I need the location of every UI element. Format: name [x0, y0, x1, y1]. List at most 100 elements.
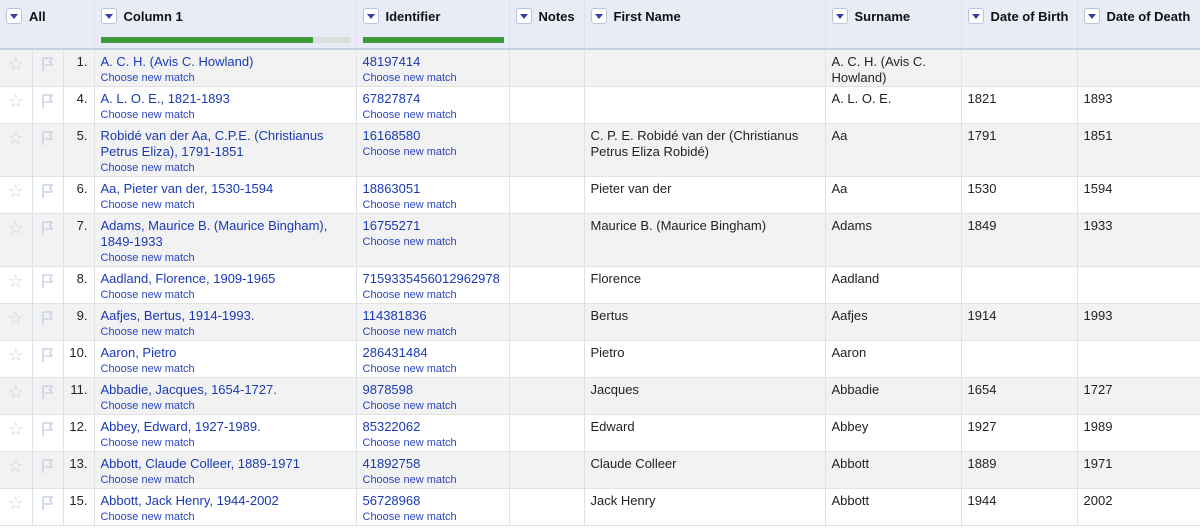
cell-surname[interactable]: Aaron: [825, 340, 962, 378]
cell-notes[interactable]: [509, 213, 585, 267]
star-icon[interactable]: ☆: [8, 308, 24, 328]
cell-surname[interactable]: Abbott: [825, 451, 962, 489]
header-date-of-death[interactable]: Date of Death: [1077, 0, 1200, 50]
flag-icon[interactable]: [39, 422, 57, 441]
cell-column1[interactable]: Abbey, Edward, 1927-1989. Choose new matc…: [94, 414, 357, 452]
cell-date-of-birth[interactable]: 1944: [961, 488, 1078, 526]
cell-notes[interactable]: [509, 49, 585, 87]
match-link[interactable]: Abbadie, Jacques, 1654-1727.: [101, 382, 350, 398]
star-icon[interactable]: ☆: [8, 382, 24, 402]
star-cell[interactable]: ☆: [0, 377, 33, 415]
star-icon[interactable]: ☆: [8, 181, 24, 201]
cell-date-of-death[interactable]: 1993: [1077, 303, 1200, 341]
flag-cell[interactable]: [32, 377, 64, 415]
cell-date-of-death[interactable]: 1594: [1077, 176, 1200, 214]
star-icon[interactable]: ☆: [8, 54, 24, 74]
cell-surname[interactable]: Aafjes: [825, 303, 962, 341]
cell-date-of-birth[interactable]: 1821: [961, 86, 1078, 124]
match-link[interactable]: Robidé van der Aa, C.P.E. (Christianus P…: [101, 128, 350, 160]
cell-first-name[interactable]: Pietro: [584, 340, 826, 378]
cell-surname[interactable]: Abbey: [825, 414, 962, 452]
identifier-link[interactable]: 715933545601296​2978: [363, 271, 503, 287]
flag-cell[interactable]: [32, 86, 64, 124]
flag-icon[interactable]: [39, 94, 57, 113]
identifier-link[interactable]: 41892758: [363, 456, 503, 472]
match-link[interactable]: Aa, Pieter van der, 1530-1594: [101, 181, 350, 197]
cell-date-of-death[interactable]: 1851: [1077, 123, 1200, 177]
cell-identifier[interactable]: 48197414 Choose new match: [356, 49, 510, 87]
identifier-link[interactable]: 56728968: [363, 493, 503, 509]
choose-new-match-link[interactable]: Choose new match: [363, 288, 503, 303]
identifier-link[interactable]: 16168580: [363, 128, 503, 144]
cell-notes[interactable]: [509, 123, 585, 177]
flag-icon[interactable]: [39, 274, 57, 293]
flag-icon[interactable]: [39, 385, 57, 404]
flag-icon[interactable]: [39, 496, 57, 515]
star-cell[interactable]: ☆: [0, 414, 33, 452]
match-link[interactable]: Abbott, Jack Henry, 1944-2002: [101, 493, 350, 509]
cell-identifier[interactable]: 85322062 Choose new match: [356, 414, 510, 452]
flag-cell[interactable]: [32, 303, 64, 341]
choose-new-match-link[interactable]: Choose new match: [363, 362, 503, 377]
cell-date-of-death[interactable]: [1077, 266, 1200, 304]
flag-cell[interactable]: [32, 123, 64, 177]
identifier-link[interactable]: 48197414: [363, 54, 503, 70]
choose-new-match-link[interactable]: Choose new match: [101, 288, 350, 303]
choose-new-match-link[interactable]: Choose new match: [101, 399, 350, 414]
choose-new-match-link[interactable]: Choose new match: [363, 71, 503, 86]
cell-column1[interactable]: Abbott, Jack Henry, 1944-2002 Choose new …: [94, 488, 357, 526]
choose-new-match-link[interactable]: Choose new match: [101, 510, 350, 525]
cell-column1[interactable]: Aafjes, Bertus, 1914-1993. Choose new mat…: [94, 303, 357, 341]
cell-surname[interactable]: Aa: [825, 176, 962, 214]
cell-surname[interactable]: Aadland: [825, 266, 962, 304]
star-icon[interactable]: ☆: [8, 271, 24, 291]
header-all[interactable]: All: [0, 0, 95, 50]
cell-notes[interactable]: [509, 451, 585, 489]
cell-date-of-birth[interactable]: [961, 49, 1078, 87]
dropdown-arrow-icon[interactable]: [590, 8, 607, 24]
cell-first-name[interactable]: Jack Henry: [584, 488, 826, 526]
star-icon[interactable]: ☆: [8, 456, 24, 476]
star-icon[interactable]: ☆: [8, 128, 24, 148]
dropdown-arrow-icon[interactable]: [831, 8, 848, 24]
identifier-link[interactable]: 286431484: [363, 345, 503, 361]
cell-identifier[interactable]: 67827874 Choose new match: [356, 86, 510, 124]
star-cell[interactable]: ☆: [0, 176, 33, 214]
cell-surname[interactable]: Abbadie: [825, 377, 962, 415]
flag-cell[interactable]: [32, 340, 64, 378]
choose-new-match-link[interactable]: Choose new match: [363, 325, 503, 340]
choose-new-match-link[interactable]: Choose new match: [363, 510, 503, 525]
dropdown-arrow-icon[interactable]: [100, 8, 117, 24]
cell-date-of-birth[interactable]: 1889: [961, 451, 1078, 489]
star-icon[interactable]: ☆: [8, 419, 24, 439]
cell-identifier[interactable]: 16168580 Choose new match: [356, 123, 510, 177]
cell-first-name[interactable]: Bertus: [584, 303, 826, 341]
cell-surname[interactable]: A. C. H. (Avis C. Howland): [825, 49, 962, 87]
flag-icon[interactable]: [39, 221, 57, 240]
identifier-link[interactable]: 16755271: [363, 218, 503, 234]
cell-date-of-birth[interactable]: [961, 340, 1078, 378]
star-icon[interactable]: ☆: [8, 345, 24, 365]
flag-cell[interactable]: [32, 213, 64, 267]
choose-new-match-link[interactable]: Choose new match: [101, 251, 350, 266]
choose-new-match-link[interactable]: Choose new match: [363, 108, 503, 123]
dropdown-arrow-icon[interactable]: [515, 8, 532, 24]
cell-date-of-birth[interactable]: 1791: [961, 123, 1078, 177]
cell-date-of-death[interactable]: 1893: [1077, 86, 1200, 124]
dropdown-arrow-icon[interactable]: [6, 8, 22, 24]
flag-icon[interactable]: [39, 348, 57, 367]
cell-date-of-birth[interactable]: [961, 266, 1078, 304]
flag-icon[interactable]: [39, 459, 57, 478]
star-icon[interactable]: ☆: [8, 493, 24, 513]
header-identifier[interactable]: Identifier: [356, 0, 510, 50]
header-notes[interactable]: Notes: [509, 0, 585, 50]
cell-surname[interactable]: Abbott: [825, 488, 962, 526]
cell-column1[interactable]: A. C. H. (Avis C. Howland) Choose new mat…: [94, 49, 357, 87]
cell-date-of-birth[interactable]: 1530: [961, 176, 1078, 214]
cell-notes[interactable]: [509, 488, 585, 526]
cell-first-name[interactable]: Florence: [584, 266, 826, 304]
choose-new-match-link[interactable]: Choose new match: [101, 108, 350, 123]
identifier-link[interactable]: 85322062: [363, 419, 503, 435]
header-first-name[interactable]: First Name: [584, 0, 826, 50]
identifier-link[interactable]: 114381836: [363, 308, 503, 324]
